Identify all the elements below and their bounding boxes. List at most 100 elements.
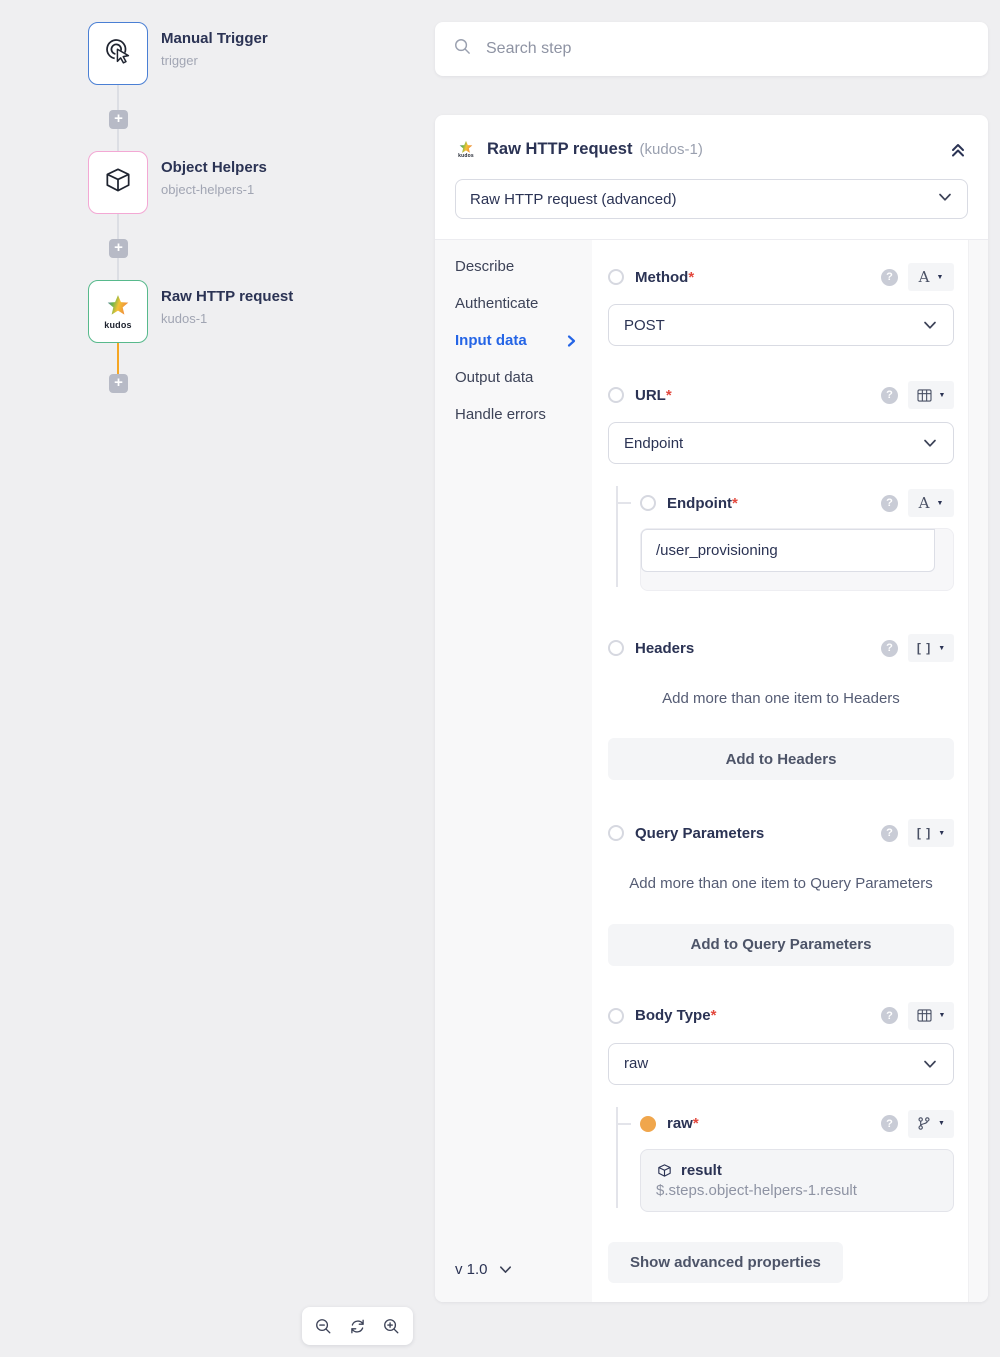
search-input[interactable] (486, 40, 970, 58)
chevron-right-icon (564, 334, 578, 348)
field-radio[interactable] (608, 825, 624, 841)
grid-icon (917, 389, 932, 402)
connector-line (117, 214, 119, 239)
endpoint-input-container (640, 528, 954, 591)
operation-value: Raw HTTP request (advanced) (470, 191, 676, 208)
empty-list-hint: Add more than one item to Query Paramete… (620, 872, 942, 895)
cube-icon (102, 164, 134, 201)
chip-title: result (656, 1162, 938, 1179)
endpoint-input[interactable] (641, 529, 935, 572)
type-selector-text[interactable]: A ▼ (908, 263, 954, 291)
tab-describe[interactable]: Describe (435, 248, 592, 285)
scrollbar-track[interactable] (968, 240, 988, 1302)
step-search-bar (435, 22, 988, 76)
node-object-helpers[interactable] (88, 151, 148, 214)
tab-authenticate[interactable]: Authenticate (435, 285, 592, 322)
zoom-in-icon[interactable] (377, 1311, 407, 1341)
chevron-down-icon (498, 1262, 513, 1277)
add-to-headers-button[interactable]: Add to Headers (608, 738, 954, 780)
grid-icon (917, 1009, 932, 1022)
show-advanced-properties-button[interactable]: Show advanced properties (608, 1242, 843, 1283)
field-url: URL* ? ▼ Endpoint (608, 382, 954, 591)
type-selector-object[interactable]: ▼ (908, 381, 954, 409)
kudos-connector-icon: kudos (455, 140, 477, 159)
panel-tabs: Describe Authenticate Input data Output … (435, 240, 592, 1302)
field-body-type: Body Type* ? ▼ raw (608, 1003, 954, 1212)
type-selector-array[interactable]: [ ] ▼ (908, 634, 954, 662)
help-icon[interactable]: ? (881, 825, 898, 842)
field-radio[interactable] (608, 640, 624, 656)
node-subtitle: trigger (161, 53, 198, 68)
node-title: Manual Trigger (161, 30, 268, 47)
field-endpoint: Endpoint* ? A ▼ (608, 490, 954, 591)
field-raw: raw* ? ▼ result (608, 1111, 954, 1212)
canvas-zoom-toolbar (302, 1307, 413, 1345)
chevron-down-icon (937, 189, 953, 209)
kudos-logo-text: kudos (458, 153, 474, 159)
chevron-down-icon (922, 1056, 938, 1072)
field-query-parameters: Query Parameters ? [ ] ▼ Add more than o… (608, 820, 954, 965)
field-radio-filled[interactable] (640, 1116, 656, 1132)
panel-header: kudos Raw HTTP request (kudos-1) (435, 115, 988, 163)
tab-output-data[interactable]: Output data (435, 359, 592, 396)
chevron-down-icon (922, 317, 938, 333)
input-data-form: Method* ? A ▼ POST (592, 240, 988, 1302)
body-type-select[interactable]: raw (608, 1043, 954, 1085)
help-icon[interactable]: ? (881, 640, 898, 657)
type-selector-object[interactable]: ▼ (908, 1002, 954, 1030)
workflow-builder: Manual Trigger trigger + Object Helpers … (0, 0, 1000, 1357)
field-label: URL* (635, 387, 672, 404)
zoom-out-icon[interactable] (308, 1311, 338, 1341)
help-icon[interactable]: ? (881, 1007, 898, 1024)
method-select[interactable]: POST (608, 304, 954, 346)
tab-handle-errors[interactable]: Handle errors (435, 396, 592, 433)
node-subtitle: object-helpers-1 (161, 182, 254, 197)
collapse-panel-icon[interactable] (948, 139, 968, 159)
help-icon[interactable]: ? (881, 269, 898, 286)
help-icon[interactable]: ? (881, 387, 898, 404)
type-selector-text[interactable]: A ▼ (908, 489, 954, 517)
field-radio[interactable] (608, 387, 624, 403)
mapped-value-chip[interactable]: result $.steps.object-helpers-1.result (640, 1149, 954, 1212)
chevron-down-icon (922, 435, 938, 451)
panel-body: Describe Authenticate Input data Output … (435, 239, 988, 1302)
connector-line-active (117, 343, 119, 374)
field-radio[interactable] (608, 269, 624, 285)
cube-icon (656, 1162, 673, 1179)
kudos-logo-text: kudos (104, 320, 132, 330)
node-title: Raw HTTP request (161, 288, 293, 305)
step-properties-panel: kudos Raw HTTP request (kudos-1) Raw HTT… (435, 115, 988, 1302)
help-icon[interactable]: ? (881, 1115, 898, 1132)
field-label: Body Type* (635, 1007, 716, 1024)
version-label: v 1.0 (455, 1261, 488, 1278)
node-raw-http-request[interactable]: kudos (88, 280, 148, 343)
operation-select[interactable]: Raw HTTP request (advanced) (455, 179, 968, 219)
field-headers: Headers ? [ ] ▼ Add more than one item t… (608, 635, 954, 780)
type-selector-jsonpath[interactable]: ▼ (908, 1110, 954, 1138)
field-radio[interactable] (640, 495, 656, 511)
type-selector-array[interactable]: [ ] ▼ (908, 819, 954, 847)
node-subtitle: kudos-1 (161, 311, 207, 326)
tab-input-data[interactable]: Input data (435, 322, 592, 359)
field-method: Method* ? A ▼ POST (608, 264, 954, 346)
add-step-button[interactable]: + (109, 374, 128, 393)
version-selector[interactable]: v 1.0 (435, 1245, 592, 1302)
field-radio[interactable] (608, 1008, 624, 1024)
node-title: Object Helpers (161, 159, 267, 176)
connector-line (117, 85, 119, 110)
add-to-query-parameters-button[interactable]: Add to Query Parameters (608, 924, 954, 966)
field-label: Query Parameters (635, 825, 764, 842)
panel-title: Raw HTTP request (487, 140, 632, 159)
reset-view-icon[interactable] (342, 1311, 372, 1341)
connector-line (117, 129, 119, 151)
url-select[interactable]: Endpoint (608, 422, 954, 464)
add-step-button[interactable]: + (109, 239, 128, 258)
branch-icon (917, 1116, 931, 1131)
help-icon[interactable]: ? (881, 495, 898, 512)
add-step-button[interactable]: + (109, 110, 128, 129)
field-label: Method* (635, 269, 694, 286)
manual-trigger-icon (103, 36, 133, 71)
chip-jsonpath: $.steps.object-helpers-1.result (656, 1182, 938, 1199)
field-label: raw* (667, 1115, 699, 1132)
node-manual-trigger[interactable] (88, 22, 148, 85)
